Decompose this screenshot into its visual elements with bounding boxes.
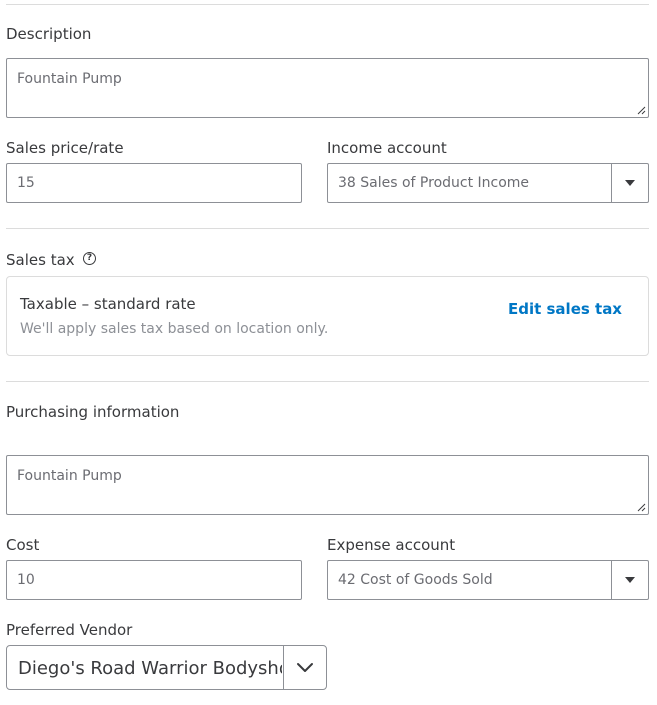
preferred-vendor-select[interactable]: Diego's Road Warrior Bodyshop xyxy=(6,645,327,690)
caret-down-icon[interactable] xyxy=(625,180,635,186)
help-circle-icon[interactable]: ? xyxy=(83,252,96,265)
sales-price-label: Sales price/rate xyxy=(6,139,124,157)
description-value: Fountain Pump xyxy=(17,71,122,87)
section-divider xyxy=(6,228,649,229)
sales-price-input[interactable]: 15 xyxy=(6,163,302,203)
preferred-vendor-label: Preferred Vendor xyxy=(6,621,133,639)
income-account-select[interactable]: 38 Sales of Product Income xyxy=(327,163,649,203)
section-divider xyxy=(6,381,649,382)
purchase-description-value: Fountain Pump xyxy=(17,468,122,484)
select-separator xyxy=(283,646,284,689)
tax-rate-title: Taxable – standard rate xyxy=(20,295,196,313)
select-separator xyxy=(611,164,612,202)
expense-account-label: Expense account xyxy=(327,536,456,554)
income-account-label: Income account xyxy=(327,139,447,157)
caret-down-icon[interactable] xyxy=(625,577,635,583)
purchasing-heading: Purchasing information xyxy=(6,403,180,421)
description-textarea[interactable]: Fountain Pump xyxy=(6,58,649,118)
description-label: Description xyxy=(6,25,92,43)
resize-grip-icon[interactable] xyxy=(636,502,646,512)
sales-tax-label: Sales tax xyxy=(6,251,75,269)
resize-grip-icon[interactable] xyxy=(636,105,646,115)
top-divider xyxy=(6,4,649,5)
expense-account-select[interactable]: 42 Cost of Goods Sold xyxy=(327,560,649,600)
purchase-description-textarea[interactable]: Fountain Pump xyxy=(6,455,649,515)
expense-account-value: 42 Cost of Goods Sold xyxy=(338,572,493,588)
select-separator xyxy=(611,561,612,599)
sales-price-value: 15 xyxy=(17,175,35,191)
cost-input[interactable]: 10 xyxy=(6,560,302,600)
sales-tax-box: Taxable – standard rate We'll apply sale… xyxy=(6,276,649,356)
cost-value: 10 xyxy=(17,572,35,588)
income-account-value: 38 Sales of Product Income xyxy=(338,175,530,191)
chevron-down-icon[interactable] xyxy=(295,658,315,678)
preferred-vendor-value: Diego's Road Warrior Bodyshop xyxy=(18,658,282,679)
cost-label: Cost xyxy=(6,536,40,554)
edit-sales-tax-link[interactable]: Edit sales tax xyxy=(508,300,622,318)
tax-rate-subtitle: We'll apply sales tax based on location … xyxy=(20,321,329,337)
